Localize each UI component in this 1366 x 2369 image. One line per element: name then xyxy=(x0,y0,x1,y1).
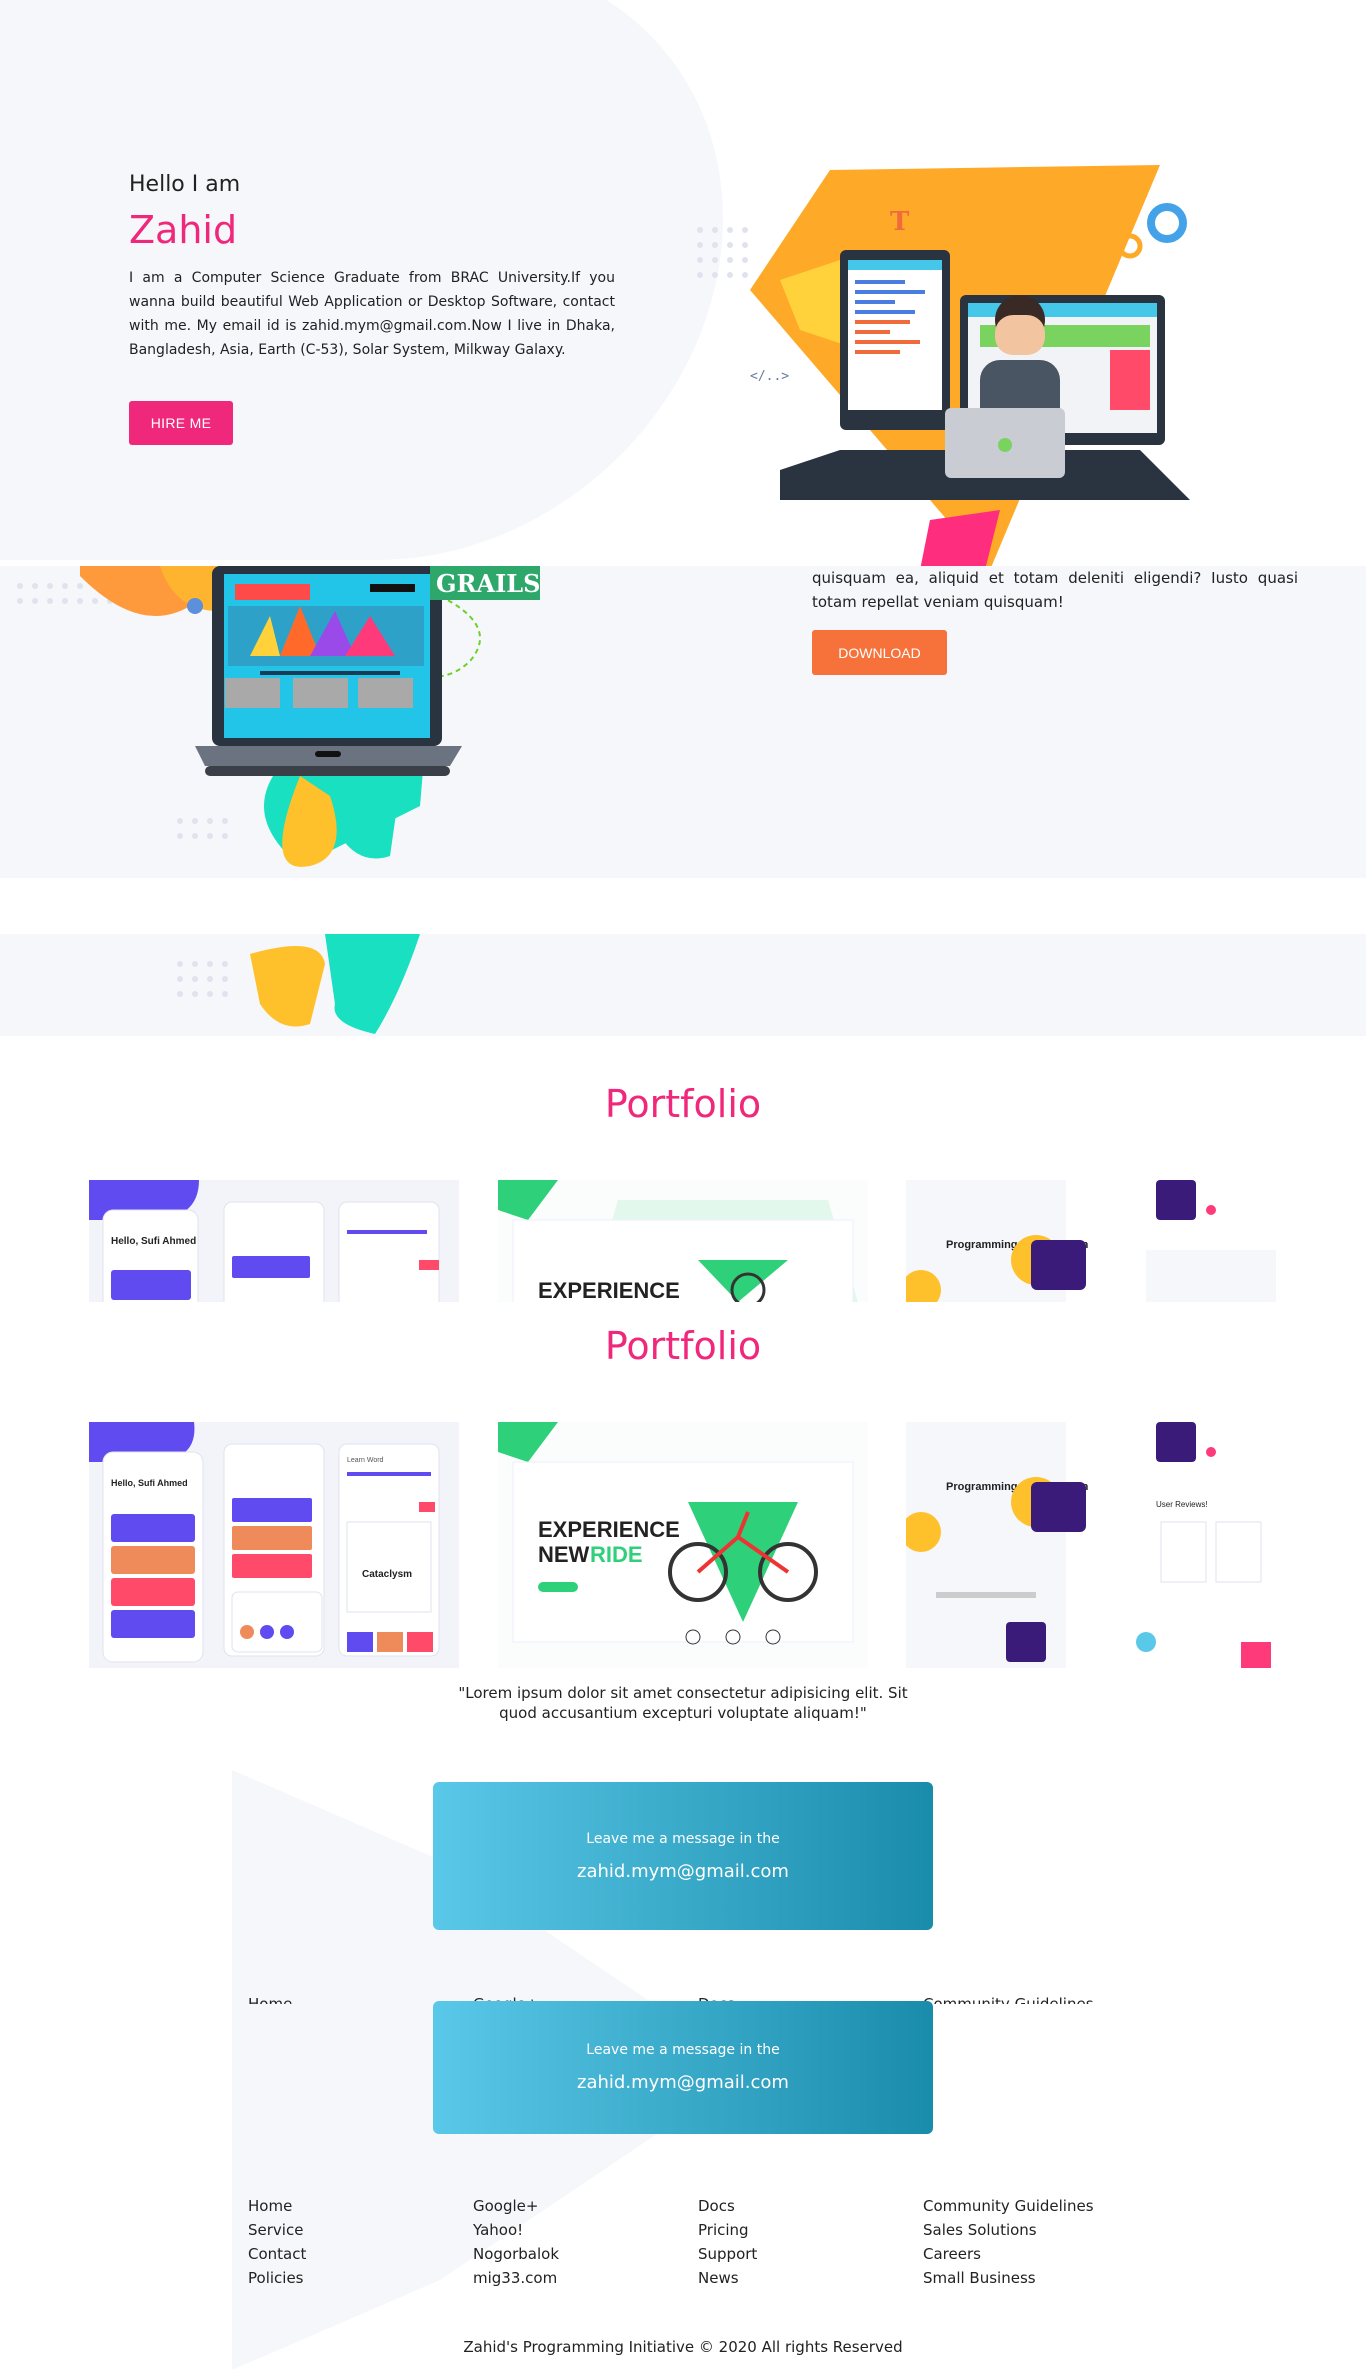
portfolio-card-learning-app[interactable]: Hello, Sufi Ahmed xyxy=(89,1180,459,1302)
footer-link-clipped[interactable]: Community Guidelines xyxy=(923,1992,1094,2004)
card-heading-accent: RIDE xyxy=(590,1542,643,1567)
portfolio-card-programming-full[interactable]: Programming Just Got Fun User Reviews! xyxy=(906,1422,1276,1668)
about-text: quisquam ea, aliquid et totam deleniti e… xyxy=(812,569,1298,611)
footer-link-docs[interactable]: Docs xyxy=(698,2194,757,2218)
footer-link-news[interactable]: News xyxy=(698,2266,757,2290)
hero-greeting: Hello I am xyxy=(129,172,241,197)
hire-me-button[interactable]: HIRE ME xyxy=(129,401,233,445)
footer-column-2: Google+ Yahoo! Nogorbalok mig33.com xyxy=(473,2194,559,2290)
strip-illustration xyxy=(177,934,420,1034)
footer-link-service[interactable]: Service xyxy=(248,2218,306,2242)
hero-name: Zahid xyxy=(129,208,238,252)
portfolio-card-learning-app-full[interactable]: Hello, Sufi Ahmed Learn Word Cataclysm xyxy=(89,1422,459,1668)
cta-email[interactable]: zahid.mym@gmail.com xyxy=(577,2072,789,2093)
card-heading: Hello, Sufi Ahmed xyxy=(111,1236,196,1247)
footer-column-4: Community Guidelines Sales Solutions Car… xyxy=(923,2194,1094,2290)
contact-cta-secondary[interactable]: Leave me a message in the zahid.mym@gmai… xyxy=(433,2001,933,2134)
cataclysm-label: Cataclysm xyxy=(362,1569,412,1580)
footer-link-mig33[interactable]: mig33.com xyxy=(473,2266,559,2290)
reviews-label: User Reviews! xyxy=(1156,1500,1208,1509)
footer-link-google[interactable]: Google+ xyxy=(473,2194,559,2218)
cta-text: Leave me a message in the xyxy=(586,2042,780,2058)
grails-badge: GRAILS xyxy=(436,569,541,598)
grails-illustration: GRAILS xyxy=(17,566,541,867)
footer-link-nogorbalok[interactable]: Nogorbalok xyxy=(473,2242,559,2266)
portfolio-card-bike-shop-full[interactable]: EXPERIENCE NEW RIDE xyxy=(498,1422,868,1668)
footer-link-yahoo[interactable]: Yahoo! xyxy=(473,2218,559,2242)
card-heading: EXPERIENCE xyxy=(538,1517,680,1542)
portfolio-card-programming[interactable]: Programming Just Got Fun xyxy=(906,1180,1276,1302)
footer-link-clipped[interactable]: Home xyxy=(248,1992,292,2004)
footer-column-3: Docs Pricing Support News xyxy=(698,2194,757,2290)
card-heading: Hello, Sufi Ahmed xyxy=(111,1478,188,1488)
portfolio-title-secondary: Portfolio xyxy=(604,1324,762,1368)
text-tool-icon: T xyxy=(890,207,910,237)
page: Hello I am Zahid I am a Computer Science… xyxy=(0,0,1366,2369)
code-tag-icon: </..> xyxy=(750,369,789,384)
download-button[interactable]: DOWNLOAD xyxy=(812,630,947,675)
footer-link-policies[interactable]: Policies xyxy=(248,2266,306,2290)
footer-link-support[interactable]: Support xyxy=(698,2242,757,2266)
footer-link-pricing[interactable]: Pricing xyxy=(698,2218,757,2242)
copyright: Zahid's Programming Initiative © 2020 Al… xyxy=(463,2338,903,2356)
card-heading-line2: NEW xyxy=(538,1542,590,1567)
contact-cta[interactable]: Leave me a message in the zahid.mym@gmai… xyxy=(433,1782,933,1930)
footer-link-small-business[interactable]: Small Business xyxy=(923,2266,1094,2290)
footer-link-sales-solutions[interactable]: Sales Solutions xyxy=(923,2218,1094,2242)
card-heading: EXPERIENCE xyxy=(538,1278,680,1302)
footer-link-community-guidelines[interactable]: Community Guidelines xyxy=(923,2194,1094,2218)
developer-illustration: T </..> xyxy=(697,165,1190,570)
dot-grid xyxy=(697,227,748,278)
testimonial-quote: "Lorem ipsum dolor sit amet consectetur … xyxy=(458,1684,908,1722)
footer-link-home[interactable]: Home xyxy=(248,2194,306,2218)
learn-word-label: Learn Word xyxy=(347,1457,384,1464)
hero-bio: I am a Computer Science Graduate from BR… xyxy=(129,270,615,358)
footer-link-careers[interactable]: Careers xyxy=(923,2242,1094,2266)
cta-email[interactable]: zahid.mym@gmail.com xyxy=(577,1861,789,1882)
footer-column-1: Home Service Contact Policies xyxy=(248,2194,306,2290)
footer-link-contact[interactable]: Contact xyxy=(248,2242,306,2266)
portfolio-card-bike-shop[interactable]: EXPERIENCE xyxy=(498,1180,868,1302)
cta-text: Leave me a message in the xyxy=(586,1830,780,1847)
portfolio-title: Portfolio xyxy=(604,1082,762,1126)
